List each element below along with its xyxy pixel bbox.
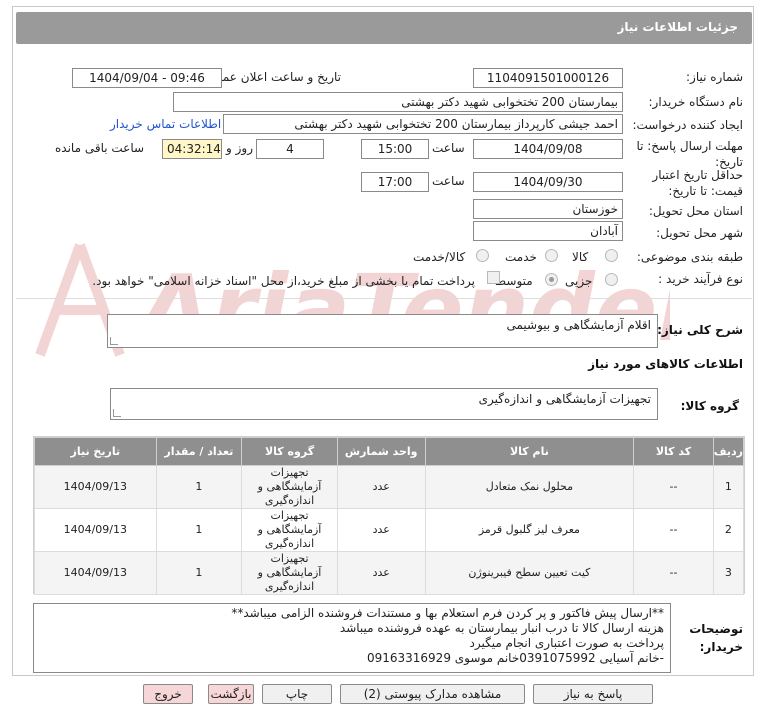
deadline-time-label: ساعت xyxy=(432,141,465,155)
resize-grip-icon xyxy=(113,409,121,417)
treasury-payment-checkbox[interactable] xyxy=(487,271,500,284)
validity-label: حداقل تاریخ اعتبار قیمت: تا تاریخ: xyxy=(652,168,743,198)
process-radio-minor[interactable] xyxy=(605,273,618,286)
cell-date: 1404/09/13 xyxy=(34,508,157,552)
buyer-notes-line: پرداخت به صورت اعتباری انجام میگیرد xyxy=(469,636,664,650)
cell-index: 2 xyxy=(712,508,745,552)
buyer-contact-link[interactable]: اطلاعات تماس خریدار xyxy=(110,117,221,131)
cell-qty: 1 xyxy=(155,551,243,595)
need-number-label: شماره نیاز: xyxy=(686,70,743,84)
category-radio-goods[interactable] xyxy=(605,249,618,262)
cell-code: -- xyxy=(633,551,714,595)
province-field: خوزستان xyxy=(473,199,623,219)
cell-qty: 1 xyxy=(155,465,243,509)
buyer-notes-line: **ارسال پیش فاکتور و پر کردن فرم استعلام… xyxy=(231,606,664,620)
buyer-org-field: بیمارستان 200 تختخوابی شهید دکتر بهشتی xyxy=(173,92,623,112)
remaining-time-field: 04:32:14 xyxy=(162,139,222,159)
divider xyxy=(16,298,752,299)
col-header-index: ردیف xyxy=(712,437,745,466)
goods-table: ردیف کد کالا نام کالا واحد شمارش گروه کا… xyxy=(33,436,745,595)
cell-code: -- xyxy=(633,465,714,509)
buyer-notes-line: -خانم آسیایی 0391075992خانم موسوی 091633… xyxy=(366,651,664,665)
cell-name: کیت تعیین سطح فیبرینوژن xyxy=(424,551,635,595)
deadline-date-field: 1404/09/08 xyxy=(473,139,623,159)
announce-field: 1404/09/04 - 09:46 xyxy=(72,68,222,88)
cell-name: معرف لیز گلبول قرمز xyxy=(424,508,635,552)
process-option-minor: جزیی xyxy=(565,274,593,288)
table-row[interactable]: 3 -- کیت تعیین سطح فیبرینوژن عدد تجهیزات… xyxy=(34,551,745,595)
cell-group: تجهیزات آزمایشگاهی و اندازه‌گیری xyxy=(241,465,338,509)
validity-time-field: 17:00 xyxy=(361,172,429,192)
cell-date: 1404/09/13 xyxy=(34,465,157,509)
buyer-org-label: نام دستگاه خریدار: xyxy=(648,95,744,109)
print-button[interactable]: چاپ xyxy=(262,684,332,704)
col-header-unit: واحد شمارش xyxy=(336,437,426,466)
cell-group: تجهیزات آزمایشگاهی و اندازه‌گیری xyxy=(241,551,338,595)
header-bar: جزئیات اطلاعات نیاز xyxy=(16,12,752,44)
cell-group: تجهیزات آزمایشگاهی و اندازه‌گیری xyxy=(241,508,338,552)
cell-index: 3 xyxy=(712,551,745,595)
cell-name: محلول نمک متعادل xyxy=(424,465,635,509)
deadline-time-field: 15:00 xyxy=(361,139,429,159)
process-option-medium: متوسط xyxy=(495,274,533,288)
cell-index: 1 xyxy=(712,465,745,509)
goods-section-title: اطلاعات کالاهای مورد نیاز xyxy=(588,357,743,371)
category-option-goods-service: کالا/خدمت xyxy=(413,250,466,264)
city-field: آبادان xyxy=(473,221,623,241)
days-label: روز و xyxy=(226,141,253,155)
validity-time-label: ساعت xyxy=(432,174,465,188)
col-header-group: گروه کالا xyxy=(241,437,338,466)
buyer-notes-line: هزینه ارسال کالا تا درب انبار بیمارستان … xyxy=(339,621,664,635)
buyer-notes-textarea[interactable]: **ارسال پیش فاکتور و پر کردن فرم استعلام… xyxy=(33,603,671,673)
table-header-row: ردیف کد کالا نام کالا واحد شمارش گروه کا… xyxy=(34,437,745,466)
process-radio-medium[interactable] xyxy=(545,273,558,286)
city-label: شهر محل تحویل: xyxy=(656,226,743,240)
col-header-name: نام کالا xyxy=(424,437,635,466)
goods-group-label: گروه کالا: xyxy=(680,399,739,413)
back-button[interactable]: بازگشت xyxy=(208,684,254,704)
cell-qty: 1 xyxy=(155,508,243,552)
table-row[interactable]: 1 -- محلول نمک متعادل عدد تجهیزات آزمایش… xyxy=(34,465,745,509)
resize-grip-icon xyxy=(110,337,118,345)
col-header-qty: تعداد / مقدار xyxy=(155,437,243,466)
reply-button[interactable]: پاسخ به نیاز xyxy=(533,684,653,704)
category-radio-service[interactable] xyxy=(545,249,558,262)
creator-field: احمد جیشی کارپرداز بیمارستان 200 تختخواب… xyxy=(223,114,623,134)
goods-group-textarea[interactable]: تجهیزات آزمایشگاهی و اندازه‌گیری xyxy=(110,388,658,420)
exit-button[interactable]: خروج xyxy=(143,684,193,704)
province-label: استان محل تحویل: xyxy=(648,204,743,218)
col-header-date: تاریخ نیاز xyxy=(34,437,157,466)
category-option-goods: کالا xyxy=(572,250,589,264)
deadline-label: مهلت ارسال پاسخ: تا تاریخ: xyxy=(636,139,743,169)
col-header-code: کد کالا xyxy=(633,437,714,466)
description-label: شرح کلی نیاز: xyxy=(657,323,743,337)
cell-unit: عدد xyxy=(336,508,426,552)
description-textarea[interactable]: اقلام آزمایشگاهی و بیوشیمی xyxy=(107,314,658,348)
table-row[interactable]: 2 -- معرف لیز گلبول قرمز عدد تجهیزات آزم… xyxy=(34,508,745,552)
treasury-payment-note: پرداخت تمام یا بخشی از مبلغ خرید،از محل … xyxy=(92,274,475,288)
need-number-field: 1104091501000126 xyxy=(473,68,623,88)
goods-group-value: تجهیزات آزمایشگاهی و اندازه‌گیری xyxy=(478,392,651,406)
buyer-notes-label: توضیحات خریدار: xyxy=(689,622,743,654)
attachments-button[interactable]: مشاهده مدارک پیوستی (2) xyxy=(340,684,525,704)
category-option-service: خدمت xyxy=(505,250,537,264)
category-radio-goods-service[interactable] xyxy=(476,249,489,262)
process-label: نوع فرآیند خرید : xyxy=(658,272,743,286)
days-field: 4 xyxy=(256,139,324,159)
page-title: جزئیات اطلاعات نیاز xyxy=(617,20,738,34)
category-label: طبقه بندی موضوعی: xyxy=(636,250,743,264)
description-value: اقلام آزمایشگاهی و بیوشیمی xyxy=(506,318,651,332)
cell-unit: عدد xyxy=(336,551,426,595)
cell-unit: عدد xyxy=(336,465,426,509)
remaining-label: ساعت باقی مانده xyxy=(55,141,145,155)
cell-code: -- xyxy=(633,508,714,552)
cell-date: 1404/09/13 xyxy=(34,551,157,595)
validity-date-field: 1404/09/30 xyxy=(473,172,623,192)
creator-label: ایجاد کننده درخواست: xyxy=(632,118,743,132)
